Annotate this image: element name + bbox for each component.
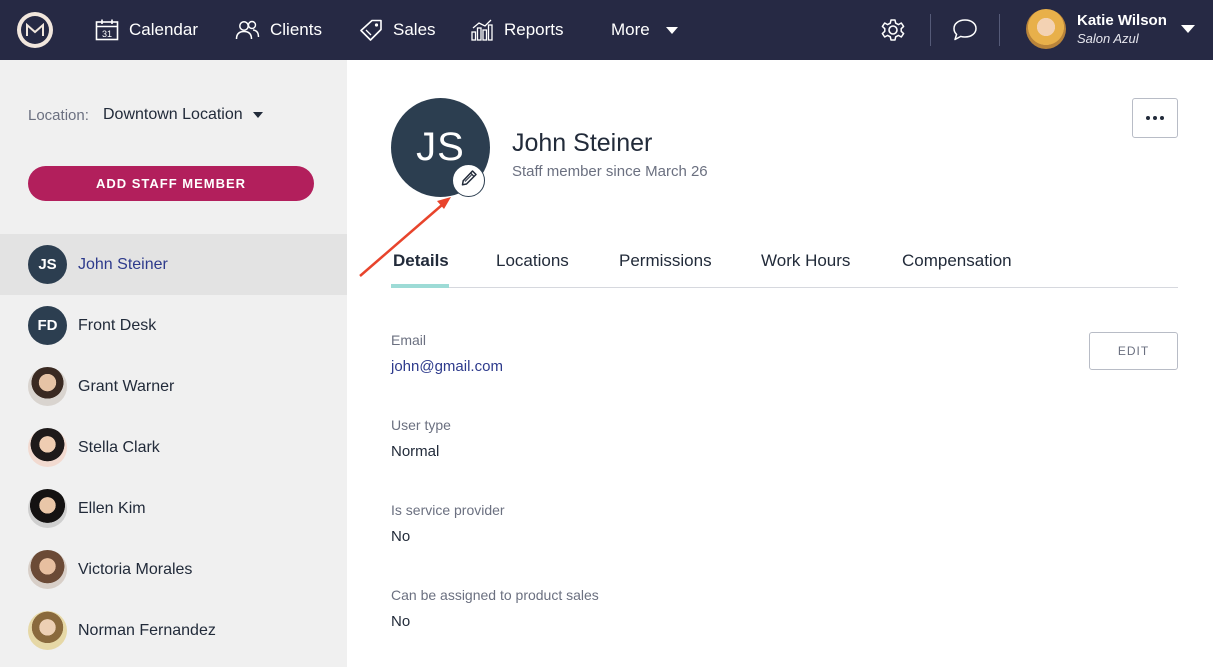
location-selector[interactable]: Downtown Location bbox=[103, 106, 263, 124]
staff-list-item[interactable]: Norman Fernandez bbox=[0, 600, 347, 661]
user-avatar[interactable] bbox=[1026, 9, 1066, 49]
staff-list-item[interactable]: Ellen Kim bbox=[0, 478, 347, 539]
staff-list: JS John Steiner FD Front Desk Grant Warn… bbox=[0, 234, 347, 661]
chevron-down-icon bbox=[252, 112, 263, 118]
email-value[interactable]: john@gmail.com bbox=[391, 358, 503, 375]
product-sales-label: Can be assigned to product sales bbox=[391, 587, 599, 603]
tag-icon bbox=[359, 19, 383, 41]
nav-reports[interactable]: Reports bbox=[470, 0, 564, 60]
nav-sales-label: Sales bbox=[393, 20, 436, 39]
staff-name: Norman Fernandez bbox=[78, 621, 216, 639]
edit-details-button[interactable]: EDIT bbox=[1089, 332, 1178, 370]
clients-icon bbox=[235, 20, 260, 40]
nav-divider bbox=[930, 14, 931, 46]
staff-avatar: JS bbox=[28, 245, 67, 284]
user-menu-chevron-down-icon[interactable] bbox=[1181, 25, 1195, 33]
user-type-value: Normal bbox=[391, 443, 440, 460]
tab-work-hours[interactable]: Work Hours bbox=[761, 251, 850, 271]
staff-name: Victoria Morales bbox=[78, 560, 193, 578]
staff-list-item[interactable]: Grant Warner bbox=[0, 356, 347, 417]
staff-sidebar: Location: Downtown Location ADD STAFF ME… bbox=[0, 60, 347, 667]
staff-name: John Steiner bbox=[78, 255, 168, 273]
nav-calendar-label: Calendar bbox=[129, 20, 198, 39]
profile-tabs: Details Locations Permissions Work Hours… bbox=[391, 240, 1178, 288]
nav-clients[interactable]: Clients bbox=[235, 0, 322, 60]
staff-avatar bbox=[28, 428, 67, 467]
tab-permissions[interactable]: Permissions bbox=[619, 251, 712, 271]
nav-calendar[interactable]: 31 Calendar bbox=[95, 0, 198, 60]
chevron-down-icon bbox=[665, 26, 678, 34]
calendar-icon: 31 bbox=[95, 19, 119, 41]
profile-since-text: Staff member since March 26 bbox=[512, 163, 708, 180]
svg-text:31: 31 bbox=[102, 29, 112, 39]
product-sales-value: No bbox=[391, 613, 411, 630]
staff-list-item[interactable]: JS John Steiner bbox=[0, 234, 347, 295]
staff-avatar bbox=[28, 489, 67, 528]
bar-chart-icon bbox=[470, 19, 494, 41]
nav-more-label: More bbox=[611, 20, 650, 39]
staff-avatar bbox=[28, 611, 67, 650]
app-logo-icon[interactable] bbox=[17, 12, 53, 48]
pencil-icon bbox=[460, 169, 478, 192]
service-provider-value: No bbox=[391, 528, 411, 545]
staff-name: Grant Warner bbox=[78, 377, 175, 395]
edit-photo-button[interactable] bbox=[452, 164, 485, 197]
location-label: Location: bbox=[28, 107, 89, 124]
nav-divider bbox=[999, 14, 1000, 46]
user-type-label: User type bbox=[391, 417, 451, 433]
tab-details[interactable]: Details bbox=[393, 251, 449, 271]
tab-compensation[interactable]: Compensation bbox=[902, 251, 1012, 271]
staff-avatar: FD bbox=[28, 306, 67, 345]
nav-sales[interactable]: Sales bbox=[359, 0, 436, 60]
chat-bubble-icon[interactable] bbox=[950, 15, 980, 45]
nav-reports-label: Reports bbox=[504, 20, 564, 39]
settings-gear-icon[interactable] bbox=[878, 15, 908, 45]
staff-name: Ellen Kim bbox=[78, 499, 146, 517]
staff-list-item[interactable]: FD Front Desk bbox=[0, 295, 347, 356]
user-business-name[interactable]: Salon Azul bbox=[1077, 31, 1139, 46]
top-navigation-bar: 31 Calendar Clients Sales Reports More K… bbox=[0, 0, 1213, 60]
service-provider-label: Is service provider bbox=[391, 502, 505, 518]
staff-list-item[interactable]: Stella Clark bbox=[0, 417, 347, 478]
staff-list-item[interactable]: Victoria Morales bbox=[0, 539, 347, 600]
location-selected-value: Downtown Location bbox=[103, 106, 243, 123]
staff-name: Stella Clark bbox=[78, 438, 160, 456]
user-name[interactable]: Katie Wilson bbox=[1077, 12, 1167, 29]
profile-name: John Steiner bbox=[512, 129, 653, 157]
active-tab-indicator bbox=[391, 284, 449, 288]
ellipsis-icon bbox=[1146, 116, 1150, 120]
staff-name: Front Desk bbox=[78, 316, 157, 334]
staff-avatar bbox=[28, 367, 67, 406]
more-options-button[interactable] bbox=[1132, 98, 1178, 138]
email-label: Email bbox=[391, 332, 427, 348]
nav-more[interactable]: More bbox=[611, 0, 678, 60]
nav-clients-label: Clients bbox=[270, 20, 322, 39]
tab-locations[interactable]: Locations bbox=[496, 251, 569, 271]
staff-avatar bbox=[28, 550, 67, 589]
add-staff-member-button[interactable]: ADD STAFF MEMBER bbox=[28, 166, 314, 201]
